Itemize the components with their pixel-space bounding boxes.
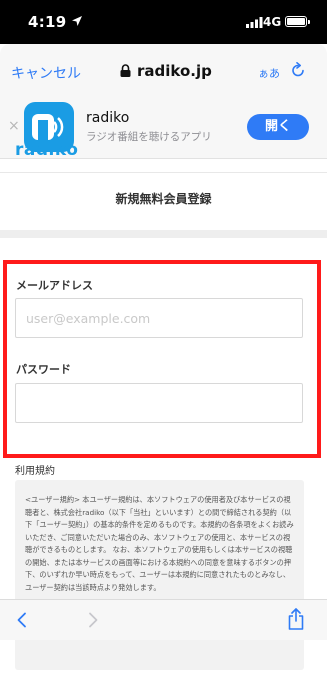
password-input[interactable] xyxy=(15,383,303,423)
share-icon[interactable] xyxy=(287,608,305,630)
section-divider xyxy=(0,230,327,238)
status-bar: 4:19 4G xyxy=(0,0,327,44)
app-description: ラジオ番組を聴けるアプリ xyxy=(86,131,212,143)
open-app-button[interactable]: 開く xyxy=(247,114,309,140)
location-arrow-icon xyxy=(72,16,82,26)
signal-bars-icon xyxy=(246,17,263,28)
battery-icon xyxy=(285,16,310,27)
app-name: radiko xyxy=(86,110,130,126)
url-label[interactable]: radiko.jp xyxy=(137,62,212,80)
status-time: 4:19 xyxy=(28,13,67,31)
lock-icon xyxy=(120,64,131,77)
page-title: 新規無料会員登録 xyxy=(115,192,212,206)
browser-bar: キャンセル radiko.jp ぁあ xyxy=(0,44,327,96)
terms-scroll-box[interactable]: <ユーザー規約> 本ユーザー規約は、本ソフトウェアの使用者及び本サービスの視聴者… xyxy=(15,480,304,670)
terms-label: 利用規約 xyxy=(15,466,55,477)
text-size-button[interactable]: ぁあ xyxy=(258,65,280,81)
password-label: パスワード xyxy=(16,363,71,376)
email-label: メールアドレス xyxy=(16,279,93,292)
browser-sheet: キャンセル radiko.jp ぁあ × radiko ラジオ番組を聴けるアプリ… xyxy=(0,44,327,684)
bottom-toolbar xyxy=(0,599,327,640)
header-divider xyxy=(0,172,327,173)
radiko-logo[interactable]: radiko xyxy=(15,140,78,160)
email-input[interactable] xyxy=(15,298,303,338)
banner-close-icon[interactable]: × xyxy=(8,118,20,134)
cancel-button[interactable]: キャンセル xyxy=(11,63,81,83)
forward-arrow-icon[interactable] xyxy=(87,612,99,628)
back-arrow-icon[interactable] xyxy=(16,612,28,628)
network-type: 4G xyxy=(263,15,282,29)
terms-text: <ユーザー規約> 本ユーザー規約は、本ソフトウェアの使用者及び本サービスの視聴者… xyxy=(25,495,294,592)
reload-icon[interactable] xyxy=(290,62,306,78)
